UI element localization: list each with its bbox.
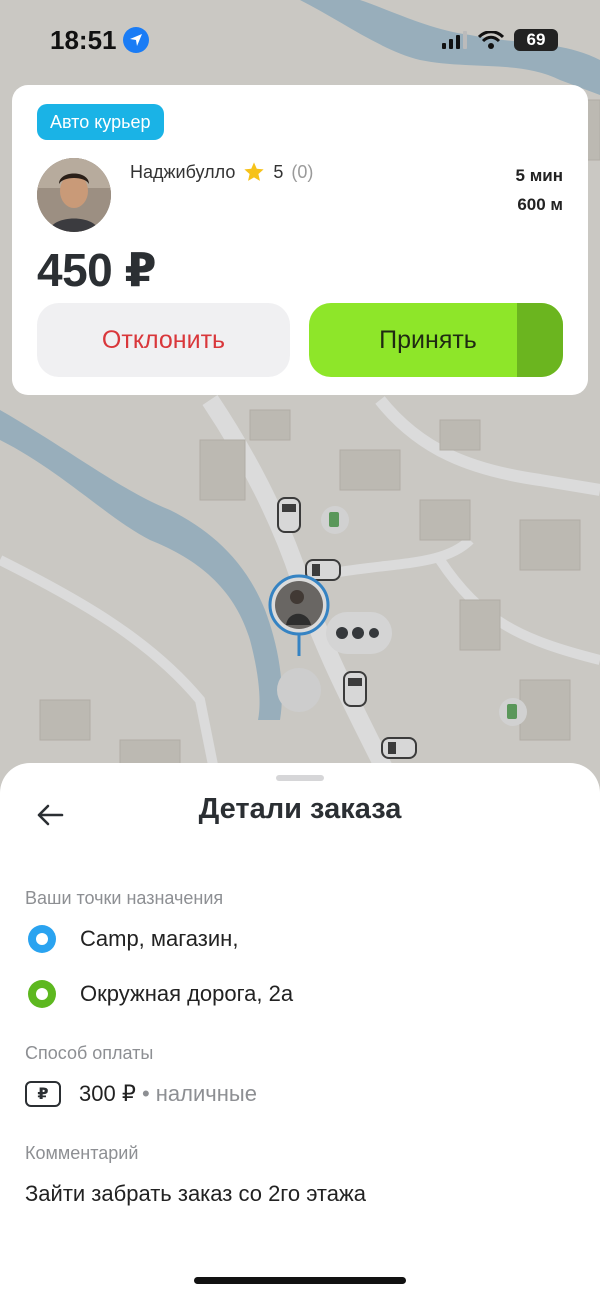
destination-text: Camp, магазин, bbox=[80, 926, 239, 951]
sheet-grabber[interactable] bbox=[276, 775, 324, 781]
location-arrow-icon bbox=[122, 27, 149, 53]
status-indicators: 69 bbox=[442, 29, 558, 51]
payment-amount: 300 ₽ bbox=[79, 1081, 136, 1106]
eta-block: 5 мин 600 м bbox=[516, 161, 563, 219]
destination-item[interactable]: Camp, магазин, bbox=[28, 925, 238, 953]
status-time: 18:51 bbox=[50, 24, 117, 55]
home-indicator bbox=[194, 1277, 406, 1284]
cash-payment-icon: ₽ bbox=[25, 1081, 61, 1107]
delivery-type-badge: Авто курьер bbox=[37, 104, 164, 140]
courier-rating-count: (0) bbox=[291, 161, 314, 182]
status-time-group: 18:51 bbox=[50, 25, 149, 56]
eta-distance: 600 м bbox=[517, 195, 563, 214]
eta-time: 5 мин bbox=[515, 166, 563, 185]
payment-separator: • bbox=[141, 1081, 150, 1106]
wifi-icon bbox=[478, 31, 504, 49]
comment-label: Комментарий bbox=[25, 1143, 139, 1163]
order-offer-card: Авто курьер Наджибулло 5 (0) 5 мин 600 м… bbox=[12, 85, 588, 395]
dropoff-point-icon bbox=[28, 980, 56, 1008]
battery-icon: 69 bbox=[514, 29, 558, 51]
courier-avatar bbox=[37, 158, 111, 232]
decline-button[interactable]: Отклонить bbox=[37, 303, 290, 377]
comment-text: Зайти забрать заказ со 2го этажа bbox=[25, 1181, 366, 1206]
payment-method: наличные bbox=[155, 1081, 257, 1106]
courier-info: Наджибулло 5 (0) bbox=[130, 161, 313, 183]
payment-label: Способ оплаты bbox=[25, 1043, 154, 1063]
pickup-point-icon bbox=[28, 925, 56, 953]
order-details-sheet: Детали заказа Ваши точки назначения Camp… bbox=[0, 763, 600, 1297]
status-bar: 18:51 69 bbox=[0, 0, 600, 80]
cellular-signal-icon bbox=[442, 31, 467, 49]
star-icon bbox=[244, 162, 264, 181]
order-price: 450 ₽ bbox=[37, 244, 157, 296]
destinations-label: Ваши точки назначения bbox=[25, 888, 224, 908]
courier-name: Наджибулло bbox=[130, 161, 236, 182]
screen: 18:51 69 Авто курьер Наджибулло 5 (0) 5 … bbox=[0, 0, 600, 1297]
accept-button-label: Принять bbox=[379, 325, 477, 354]
destination-item[interactable]: Окружная дорога, 2а bbox=[28, 980, 293, 1008]
sheet-title: Детали заказа bbox=[198, 793, 402, 825]
courier-rating: 5 bbox=[273, 161, 284, 182]
accept-button[interactable]: Принять bbox=[309, 303, 563, 377]
payment-row: ₽ 300 ₽ • наличные bbox=[25, 1081, 257, 1107]
destination-text: Окружная дорога, 2а bbox=[80, 981, 294, 1006]
